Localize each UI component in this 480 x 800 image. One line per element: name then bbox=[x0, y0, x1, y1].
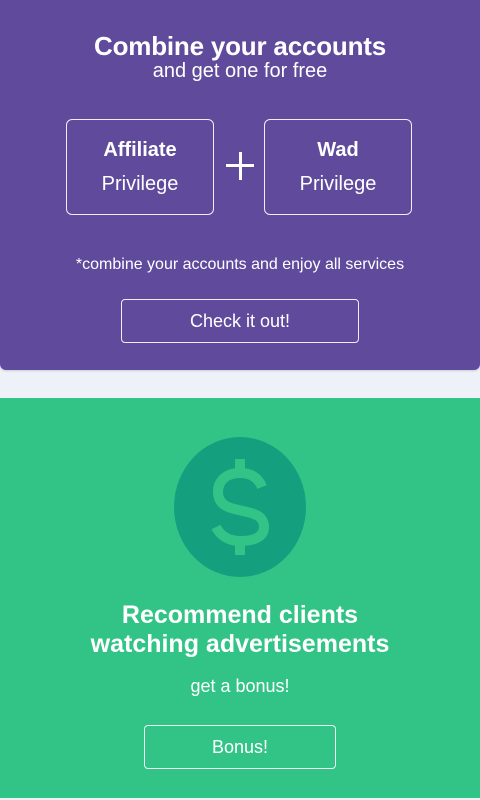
recommend-bonus-card: Recommend clients watching advertisement… bbox=[0, 398, 480, 798]
bonus-subtitle: get a bonus! bbox=[190, 676, 290, 696]
combine-accounts-card: Combine your accounts and get one for fr… bbox=[0, 0, 480, 370]
bonus-title-line-2: watching advertisements bbox=[90, 630, 390, 658]
wad-account-tier: Privilege bbox=[299, 173, 377, 195]
affiliate-privilege-box: Affiliate Privilege bbox=[66, 119, 214, 215]
combine-title: Combine your accounts bbox=[94, 31, 386, 61]
combine-note: *combine your accounts and enjoy all ser… bbox=[75, 256, 405, 273]
combine-subtitle: and get one for free bbox=[152, 60, 328, 82]
plus-icon bbox=[224, 150, 256, 182]
check-it-out-button[interactable]: Check it out! bbox=[121, 299, 359, 343]
wad-account-name: Wad bbox=[317, 139, 359, 161]
affiliate-account-name: Affiliate bbox=[103, 139, 177, 161]
wad-privilege-box: Wad Privilege bbox=[264, 119, 412, 215]
bonus-button[interactable]: Bonus! bbox=[144, 725, 336, 769]
affiliate-account-tier: Privilege bbox=[101, 173, 179, 195]
bonus-title-line-1: Recommend clients bbox=[121, 601, 359, 629]
dollar-icon bbox=[174, 437, 306, 577]
